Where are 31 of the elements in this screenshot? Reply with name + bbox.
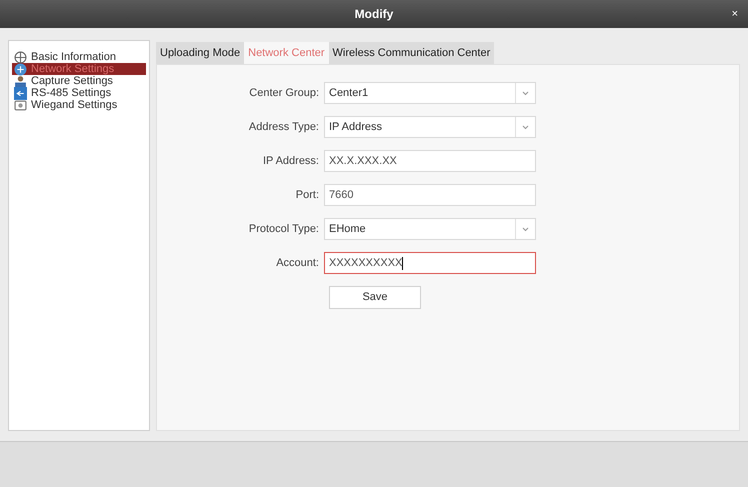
dropdown-value: EHome [328,222,367,237]
port-icon [14,86,27,100]
field-label: Port: [294,188,320,203]
tab[interactable]: Wireless Communication Center [328,42,494,64]
dropdown[interactable]: EHome [324,218,536,240]
field-label: Center Group: [248,86,320,101]
sidebar-item[interactable]: Wiegand Settings [12,99,146,111]
field-label: IP Address: [262,154,320,169]
person-icon [14,74,27,88]
close-button[interactable]: × [732,6,738,22]
card-icon [14,98,27,112]
chevron-down-icon [522,226,529,232]
field-label: Protocol Type: [248,222,320,237]
save-button[interactable]: Save [329,286,421,309]
window-title: Modify [354,6,394,23]
dropdown-value: Center1 [328,86,370,101]
tab[interactable]: Uploading Mode [156,42,244,64]
dropdown[interactable]: IP Address [324,116,536,138]
chevron-down-icon [522,90,529,96]
input-field[interactable]: XX.X.XXX.XX [324,150,536,172]
field-label: Account: [275,256,320,271]
field-label: Address Type: [248,120,320,135]
dropdown[interactable]: Center1 [324,82,536,104]
chevron-down-icon [522,124,529,130]
sidebar-item[interactable]: RS-485 Settings [12,87,146,99]
input-field[interactable]: 7660 [324,184,536,206]
sidebar-item[interactable]: Capture Settings [12,75,146,87]
globe-icon [14,50,27,64]
dropdown-value: IP Address [328,120,383,135]
input-field[interactable]: XXXXXXXXXX [324,252,536,274]
sidebar-item[interactable]: Basic Information [12,51,146,63]
